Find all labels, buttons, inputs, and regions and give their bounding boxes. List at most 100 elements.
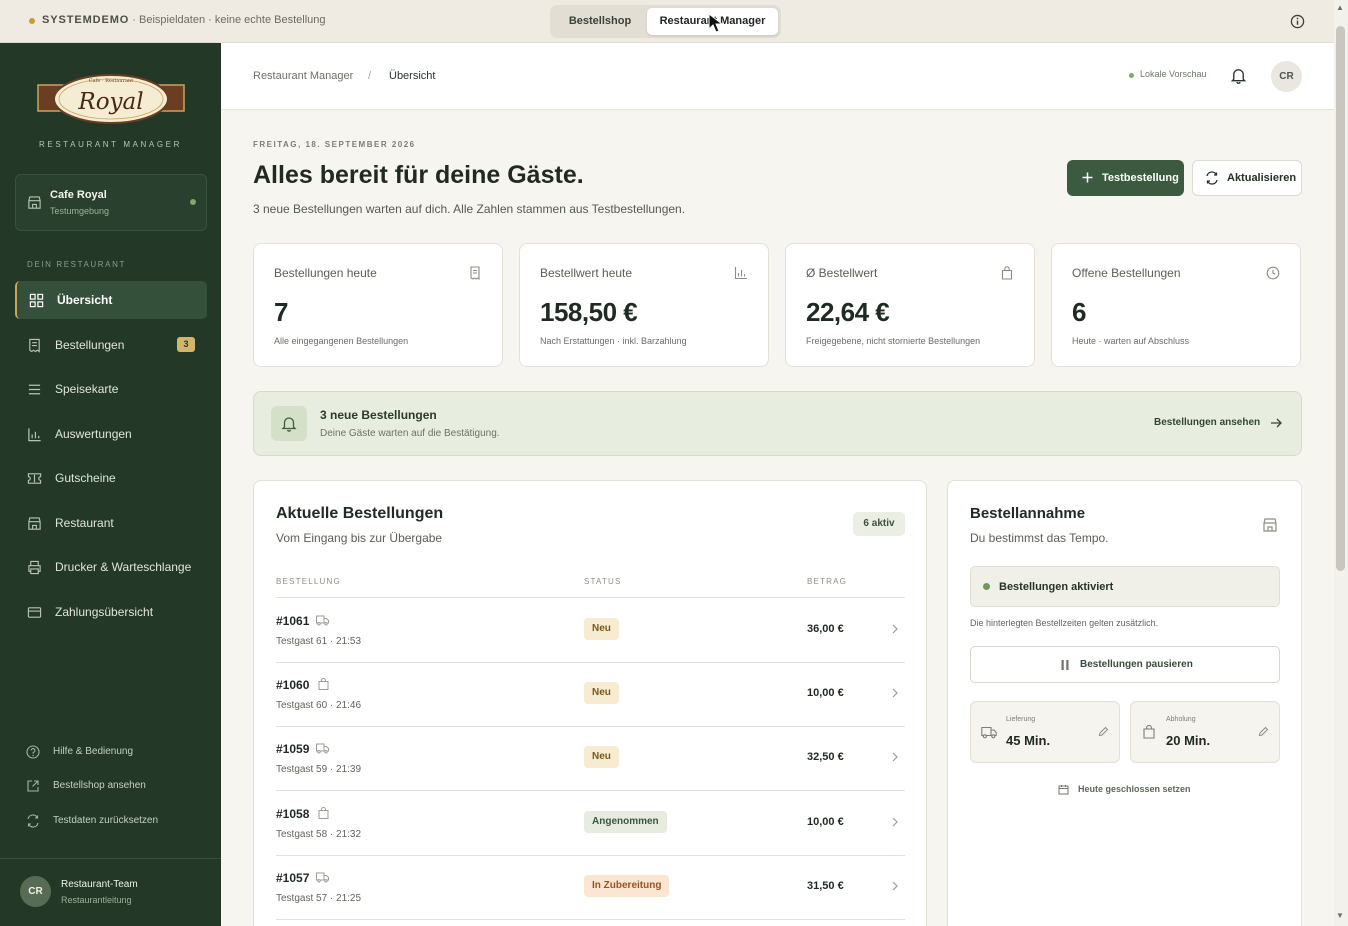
refresh-icon [27,814,39,828]
orders-title: Aktuelle Bestellungen [276,505,444,522]
stat-label: Offene Bestellungen [1072,266,1181,280]
scroll-down-arrow-icon[interactable]: ▼ [1336,911,1344,920]
delivery-truck-icon [316,615,329,626]
sidebar-item-label: Restaurant [55,516,114,530]
chevron-right-icon[interactable] [890,816,900,828]
user-role: Restaurantleitung [61,895,132,905]
ticket-icon [27,473,42,484]
delivery-time-label: Lieferung [1006,716,1036,723]
order-meta: Testgast 60 · 21:46 [276,700,362,711]
user-name: Restaurant-Team [61,879,138,890]
pickup-time-value: 20 Min. [1166,733,1211,748]
acceptance-subtitle: Du bestimmst das Tempo. [970,531,1109,545]
pickup-time-box[interactable]: Abholung 20 Min. [1130,701,1280,763]
pickup-bag-icon [1143,725,1155,739]
sidebar-item-overview[interactable]: Übersicht [15,281,207,319]
table-row[interactable]: #1057 Testgast 57 · 21:25 In Zubereitung… [276,855,905,920]
restaurant-name: Cafe Royal [50,189,107,201]
order-amount: 32,50 € [807,751,844,763]
set-closed-today-link[interactable]: Heute geschlossen setzen [1058,783,1218,797]
cafe-royal-logo[interactable]: Cafe · Restaurant Royal [37,72,185,126]
pause-orders-button[interactable]: Bestellungen pausieren [970,646,1280,683]
scrollbar-thumb[interactable] [1336,26,1345,571]
order-meta: Testgast 61 · 21:53 [276,636,362,647]
delivery-time-box[interactable]: Lieferung 45 Min. [970,701,1120,763]
orders-subtitle: Vom Eingang bis zur Übergabe [276,531,443,545]
bar-chart-icon [734,267,747,280]
stat-note: Heute · warten auf Abschluss [1072,336,1190,346]
svg-text:Cafe · Restaurant: Cafe · Restaurant [89,78,134,84]
stat-label: Bestellwert heute [540,266,633,280]
sidebar-item-payments[interactable]: Zahlungsübersicht [15,593,207,631]
svg-text:Royal: Royal [77,89,143,115]
sidebar-item-restaurant[interactable]: Restaurant [15,504,207,542]
order-meta: Testgast 57 · 21:25 [276,893,362,904]
app-switcher: Bestellshop Restaurant Manager [550,5,781,38]
scroll-up-arrow-icon[interactable]: ▲ [1336,3,1344,12]
pencil-icon[interactable] [1098,726,1109,737]
order-id: #1061 [276,614,310,628]
acceptance-status: Bestellungen aktiviert [970,566,1280,607]
chevron-right-icon[interactable] [890,751,900,763]
order-amount: 10,00 € [807,816,844,828]
restaurant-selector[interactable]: Cafe Royal Testumgebung [15,174,207,231]
stat-card-revenue-today: Bestellwert heute 158,50 € Nach Erstattu… [519,243,769,367]
info-icon[interactable] [1290,14,1305,29]
view-orders-link[interactable]: Bestellungen ansehen [1154,417,1260,428]
delivery-time-value: 45 Min. [1006,733,1051,748]
arrow-right-icon[interactable] [1269,416,1283,430]
help-link-label: Hilfe & Bedienung [53,746,134,757]
refresh-button[interactable]: Aktualisieren [1192,160,1302,196]
table-row[interactable]: #1061 Testgast 61 · 21:53 Neu 36,00 € [276,598,905,663]
chevron-right-icon[interactable] [890,880,900,892]
sidebar-item-printer[interactable]: Drucker & Warteschlange [15,548,207,586]
refresh-icon [1206,171,1218,185]
user-avatar[interactable]: CR [20,876,51,907]
sidebar-item-label: Zahlungsübersicht [55,605,154,619]
chevron-right-icon[interactable] [890,687,900,699]
stat-card-open-orders: Offene Bestellungen 6 Heute · warten auf… [1051,243,1301,367]
store-icon [1263,518,1277,532]
sidebar-item-analytics[interactable]: Auswertungen [15,415,207,453]
sidebar-item-label: Speisekarte [55,382,119,396]
table-row[interactable]: #1060 Testgast 60 · 21:46 Neu 10,00 € [276,662,905,727]
sidebar: Cafe · Restaurant Royal RESTAURANT MANAG… [0,43,221,926]
stat-value: 6 [1072,297,1086,327]
table-row[interactable]: #1058 Testgast 58 · 21:32 Angenommen 10,… [276,791,905,856]
sidebar-item-vouchers[interactable]: Gutscheine [15,459,207,497]
mouse-cursor-icon [708,13,724,33]
order-id: #1058 [276,807,310,821]
bell-icon[interactable] [1230,67,1247,84]
acceptance-title: Bestellannahme [970,505,1086,522]
status-badge: Neu [584,618,619,640]
header-avatar[interactable]: CR [1271,61,1302,92]
current-date: FREITAG, 18. SEPTEMBER 2026 [253,140,416,149]
delivery-truck-icon [316,872,329,883]
bar-chart-icon [28,428,41,442]
order-id: #1059 [276,742,310,756]
sidebar-item-orders[interactable]: Bestellungen 3 [15,326,207,364]
plus-icon [1082,172,1093,183]
order-id: #1057 [276,871,310,885]
breadcrumb-root[interactable]: Restaurant Manager [253,70,353,82]
help-icon [26,745,40,759]
breadcrumb-separator: / [368,70,372,82]
table-row[interactable]: #1059 Testgast 59 · 21:39 Neu 32,50 € [276,726,905,791]
status-badge: In Zubereitung [584,875,670,897]
order-amount: 36,00 € [807,623,844,635]
new-orders-alert: 3 neue Bestellungen Deine Gäste warten a… [253,391,1302,456]
stat-note: Freigegebene, nicht stornierte Bestellun… [806,336,981,346]
alert-icon-box [271,406,307,441]
sidebar-item-menu[interactable]: Speisekarte [15,370,207,408]
bag-icon [1001,266,1013,280]
acceptance-active-dot [983,583,990,590]
switch-shop-button[interactable]: Bestellshop [554,8,646,35]
test-order-button[interactable]: Testbestellung [1067,160,1184,196]
sidebar-app-subtitle: RESTAURANT MANAGER [39,140,182,149]
pencil-icon[interactable] [1258,726,1269,737]
status-badge: Neu [584,746,619,768]
chevron-right-icon[interactable] [890,623,900,635]
reset-testdata-label: Testdaten zurücksetzen [53,815,159,826]
acceptance-note: Die hinterlegten Bestellzeiten gelten zu… [970,618,1159,628]
clock-icon [1266,266,1280,280]
